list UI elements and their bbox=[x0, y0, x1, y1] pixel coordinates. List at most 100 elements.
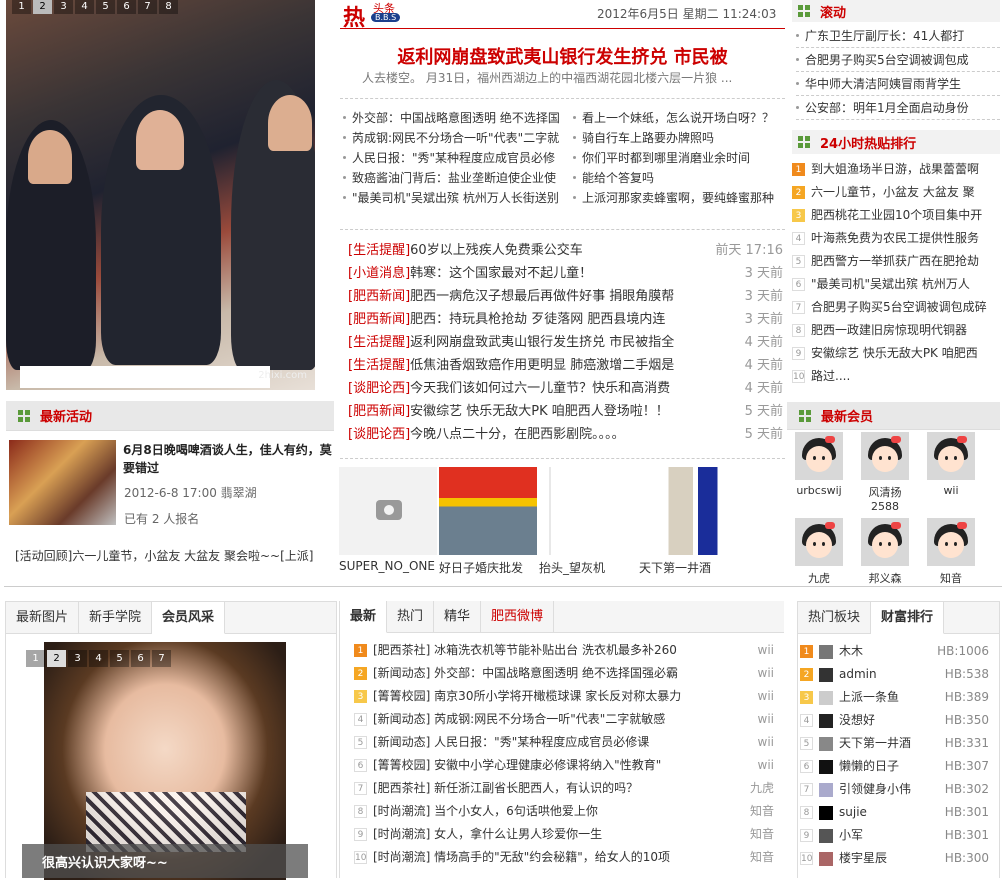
scroll-item-link[interactable]: 公安部：明年1月全面启动身份 bbox=[796, 96, 1000, 120]
member-name[interactable]: 邦义森 bbox=[855, 570, 915, 586]
news-category[interactable]: [生活提醒] bbox=[348, 335, 410, 350]
thread-title-link[interactable]: [肥西茶社] 新任浙江副省长肥西人，有认识的吗？ bbox=[373, 777, 734, 800]
hot24-item-link[interactable]: 安徽综艺 快乐无敌大PK 咱肥西 bbox=[811, 342, 978, 365]
member-card[interactable]: 知音 bbox=[921, 518, 981, 586]
thread-title-link[interactable]: [时尚潮流] 当个小女人，6句话哄他爱上你 bbox=[373, 800, 734, 823]
news-title[interactable]: 安徽综艺 快乐无敌大PK 咱肥西人登场啦！！ bbox=[410, 404, 669, 419]
thread-author[interactable]: wii bbox=[734, 685, 774, 708]
news-item[interactable]: [谈肥论西]今晚八点二十分，在肥西影剧院。。。。 5 天前 bbox=[348, 423, 783, 446]
tab-bottom_left-1[interactable]: 最新图片 bbox=[6, 602, 80, 633]
news-item-link[interactable]: [生活提醒]低焦油香烟致癌作用更明显 肺癌激增二手烟是 bbox=[348, 354, 674, 377]
hot24-item-link[interactable]: 路过.... bbox=[811, 365, 850, 388]
avatar[interactable] bbox=[819, 851, 833, 866]
news-item[interactable]: [肥西新闻]肥西：持玩具枪抢劫 歹徒落网 肥西县境内连 3 天前 bbox=[348, 308, 783, 331]
photo-page-3[interactable]: 3 bbox=[68, 650, 87, 667]
thumb-label[interactable]: SUPER_NO_ONE bbox=[339, 559, 439, 573]
wealth-row[interactable]: 2 admin HB:538 bbox=[800, 663, 989, 686]
thread-item[interactable]: 3 [箐箐校园] 南京30所小学将开橄榄球课 家长反对称太暴力 wii bbox=[354, 685, 774, 708]
hot-topic-link[interactable]: 人民日报："秀"某种程度应成官员必修 bbox=[343, 148, 563, 168]
tab-bottom_mid-1[interactable]: 最新 bbox=[340, 601, 388, 633]
wealth-row[interactable]: 9 小军 HB:301 bbox=[800, 824, 989, 847]
wealth-username[interactable]: 木木 bbox=[839, 640, 929, 663]
avatar[interactable] bbox=[795, 518, 843, 566]
hot24-item-link[interactable]: 肥西桃花工业园10个项目集中开 bbox=[811, 204, 982, 227]
avatar[interactable] bbox=[795, 432, 843, 480]
news-category[interactable]: [生活提醒] bbox=[348, 358, 410, 373]
member-name[interactable]: 知音 bbox=[921, 570, 981, 586]
hot24-item-link[interactable]: 六一儿童节，小盆友 大盆友 聚 bbox=[811, 181, 975, 204]
hot-topic-link[interactable]: 芮成钢:网民不分场合一听"代表"二字就 bbox=[343, 128, 563, 148]
thread-item[interactable]: 6 [箐箐校园] 安徽中小学心理健康必修课将纳入"性教育" wii bbox=[354, 754, 774, 777]
thread-title-link[interactable]: [新闻动态] 外交部：中国战略意图透明 绝不选择国强必霸 bbox=[373, 662, 734, 685]
slider-page-7[interactable]: 7 bbox=[138, 0, 157, 14]
hot-topic-link[interactable]: 你们平时都到哪里消磨业余时间 bbox=[573, 148, 785, 168]
hot-bbs-logo[interactable]: 热 头条 B.B.S bbox=[343, 0, 423, 31]
wealth-username[interactable]: sujie bbox=[839, 801, 929, 824]
thumb-label[interactable]: 好日子婚庆批发 bbox=[439, 559, 539, 576]
wealth-username[interactable]: 小军 bbox=[839, 824, 929, 847]
member-name[interactable]: 九虎 bbox=[789, 570, 849, 586]
wealth-row[interactable]: 7 引领健身小伟 HB:302 bbox=[800, 778, 989, 801]
wealth-username[interactable]: admin bbox=[839, 663, 929, 686]
thumb-image[interactable] bbox=[639, 467, 737, 555]
news-title[interactable]: 韩寒：这个国家最对不起儿童！ bbox=[410, 266, 592, 281]
thread-item[interactable]: 7 [肥西茶社] 新任浙江副省长肥西人，有认识的吗？ 九虎 bbox=[354, 777, 774, 800]
activity-thumbnail[interactable] bbox=[9, 440, 116, 525]
tab-bottom_mid-3[interactable]: 精华 bbox=[434, 601, 482, 632]
hot24-item[interactable]: 5 肥西警方一举抓获广西在肥抢劫 bbox=[792, 250, 1000, 273]
news-item-link[interactable]: [肥西新闻]肥西：持玩具枪抢劫 歹徒落网 肥西县境内连 bbox=[348, 308, 665, 331]
news-item[interactable]: [生活提醒]低焦油香烟致癌作用更明显 肺癌激增二手烟是 4 天前 bbox=[348, 354, 783, 377]
tab-bottom_mid-2[interactable]: 热门 bbox=[387, 601, 435, 632]
thread-title-link[interactable]: [新闻动态] 人民日报："秀"某种程度应成官员必修课 bbox=[373, 731, 734, 754]
hot-topic-link[interactable]: "最美司机"吴斌出殡 杭州万人长街送别 bbox=[343, 188, 563, 208]
slider-page-2[interactable]: 2 bbox=[33, 0, 52, 14]
thread-title-link[interactable]: [箐箐校园] 安徽中小学心理健康必修课将纳入"性教育" bbox=[373, 754, 734, 777]
thread-title-link[interactable]: [时尚潮流] 情场高手的"无敌"约会秘籍"，给女人的10项 bbox=[373, 846, 734, 869]
thread-item[interactable]: 4 [新闻动态] 芮成钢:网民不分场合一听"代表"二字就敏感 wii bbox=[354, 708, 774, 731]
wealth-row[interactable]: 1 木木 HB:1006 bbox=[800, 640, 989, 663]
thread-item[interactable]: 2 [新闻动态] 外交部：中国战略意图透明 绝不选择国强必霸 wii bbox=[354, 662, 774, 685]
thread-author[interactable]: 知音 bbox=[734, 800, 774, 823]
wealth-row[interactable]: 10 楼宇星辰 HB:300 bbox=[800, 847, 989, 870]
hot24-item[interactable]: 1 到大姐渔场半日游，战果蕾蕾啊 bbox=[792, 158, 1000, 181]
thread-author[interactable]: wii bbox=[734, 708, 774, 731]
activity-event-title[interactable]: 6月8日晚喝啤酒谈人生，佳人有约，莫要错过 bbox=[123, 441, 333, 477]
news-title[interactable]: 今天我们该如何过六一儿童节？快乐和高消费 bbox=[410, 381, 670, 396]
hot24-item-link[interactable]: 合肥男子购买5台空调被调包成碎 bbox=[811, 296, 987, 319]
news-item[interactable]: [生活提醒]返利网崩盘致武夷山银行发生挤兑 市民被指全 4 天前 bbox=[348, 331, 783, 354]
photo-slider[interactable]: 12345678 2hixi.com bbox=[6, 0, 315, 390]
wealth-username[interactable]: 引领健身小伟 bbox=[839, 778, 929, 801]
news-item-link[interactable]: [生活提醒]60岁以上残疾人免费乘公交车 bbox=[348, 239, 583, 262]
hot24-item-link[interactable]: 到大姐渔场半日游，战果蕾蕾啊 bbox=[811, 158, 979, 181]
wealth-row[interactable]: 8 sujie HB:301 bbox=[800, 801, 989, 824]
scroll-item-link[interactable]: 合肥男子购买5台空调被调包成 bbox=[796, 48, 1000, 72]
tab-bottom_right-1[interactable]: 热门板块 bbox=[798, 602, 872, 633]
news-item-link[interactable]: [谈肥论西]今天我们该如何过六一儿童节？快乐和高消费 bbox=[348, 377, 670, 400]
member-card[interactable]: wii bbox=[921, 432, 981, 513]
slider-page-8[interactable]: 8 bbox=[159, 0, 178, 14]
news-category[interactable]: [肥西新闻] bbox=[348, 312, 410, 327]
thread-title-link[interactable]: [时尚潮流] 女人，拿什么让男人珍爱你一生 bbox=[373, 823, 734, 846]
member-name[interactable]: 风清扬2588 bbox=[855, 484, 915, 513]
news-category[interactable]: [肥西新闻] bbox=[348, 404, 410, 419]
photo-page-6[interactable]: 6 bbox=[131, 650, 150, 667]
photo-page-5[interactable]: 5 bbox=[110, 650, 129, 667]
hot24-item[interactable]: 10 路过.... bbox=[792, 365, 1000, 388]
hot-topic-link[interactable]: 骑自行车上路要办牌照吗 bbox=[573, 128, 785, 148]
news-title[interactable]: 返利网崩盘致武夷山银行发生挤兑 市民被指全 bbox=[410, 335, 674, 350]
headline-title[interactable]: 返利网崩盘致武夷山银行发生挤兑 市民被 bbox=[340, 43, 785, 69]
news-category[interactable]: [生活提醒] bbox=[348, 243, 410, 258]
wealth-row[interactable]: 4 没想好 HB:350 bbox=[800, 709, 989, 732]
slider-page-1[interactable]: 1 bbox=[12, 0, 31, 14]
hot-topic-link[interactable]: 能给个答复吗 bbox=[573, 168, 785, 188]
wealth-row[interactable]: 6 懒懒的日子 HB:307 bbox=[800, 755, 989, 778]
avatar[interactable] bbox=[819, 644, 833, 659]
wealth-row[interactable]: 5 天下第一井酒 HB:331 bbox=[800, 732, 989, 755]
wealth-username[interactable]: 没想好 bbox=[839, 709, 929, 732]
avatar[interactable] bbox=[819, 667, 833, 682]
slider-page-6[interactable]: 6 bbox=[117, 0, 136, 14]
news-title[interactable]: 肥西一病危汉子想最后再做件好事 捐眼角膜帮 bbox=[410, 289, 674, 304]
avatar[interactable] bbox=[819, 759, 833, 774]
thread-author[interactable]: 知音 bbox=[734, 823, 774, 846]
news-category[interactable]: [肥西新闻] bbox=[348, 289, 410, 304]
